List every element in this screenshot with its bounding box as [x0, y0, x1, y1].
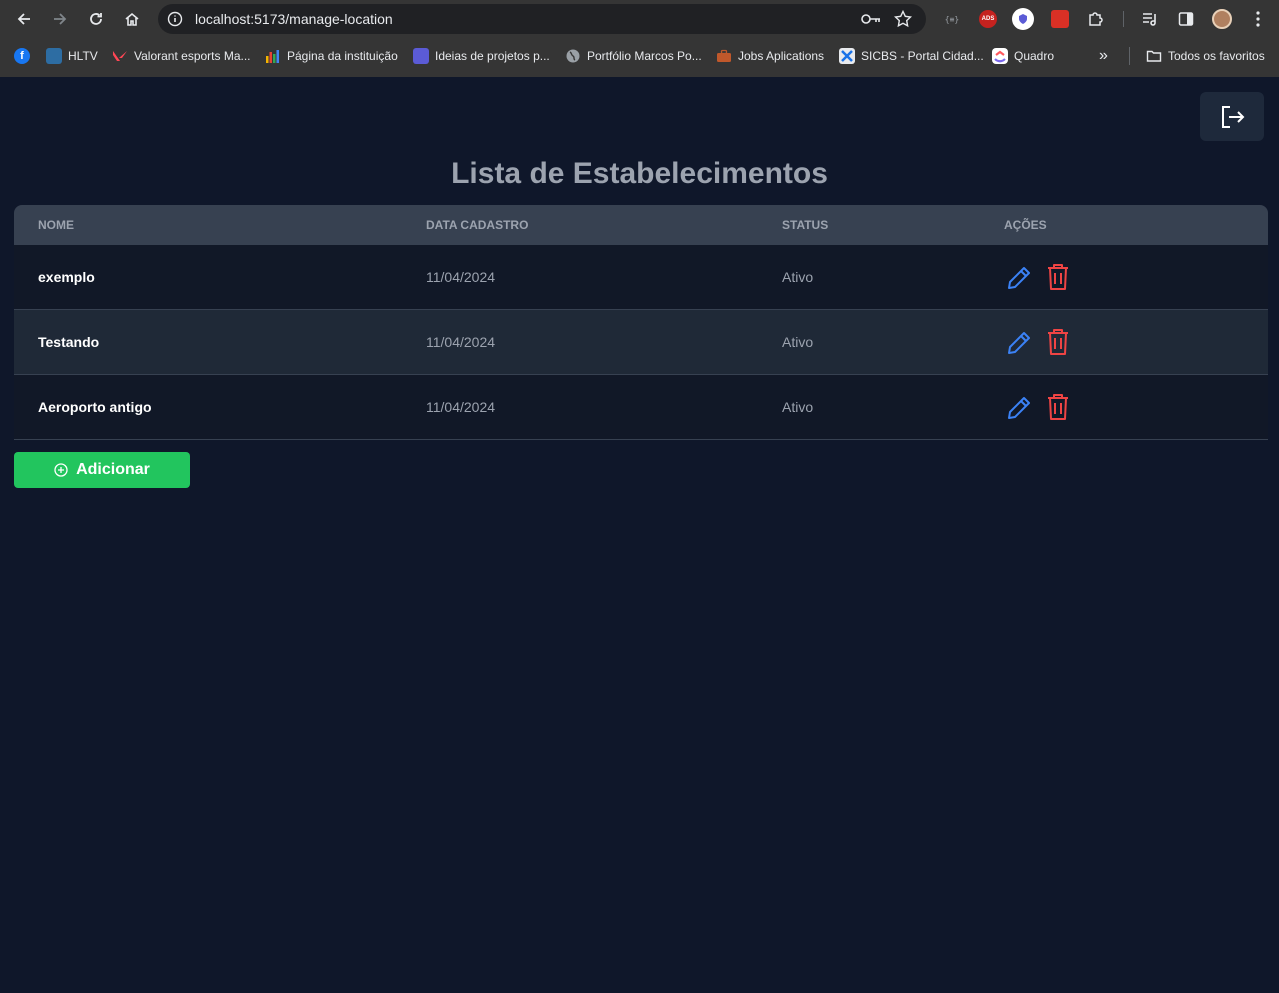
extension-json-icon[interactable]: {≡}	[941, 8, 963, 30]
edit-pencil-icon[interactable]	[1004, 328, 1034, 358]
extension-shield-icon[interactable]	[1012, 8, 1034, 30]
row-name: Aeroporto antigo	[38, 399, 152, 415]
ideas-icon	[413, 48, 429, 64]
column-header-status: STATUS	[782, 218, 829, 232]
url-text: localhost:5173/manage-location	[195, 11, 393, 27]
side-panel-icon[interactable]	[1175, 8, 1197, 30]
table-row: exemplo 11/04/2024 Ativo	[14, 245, 1268, 310]
row-name: Testando	[38, 334, 100, 350]
edit-pencil-icon[interactable]	[1004, 263, 1034, 293]
bookmarks-bar: f HLTV Valorant esports Ma... Página da …	[0, 42, 1279, 70]
column-header-data-cadastro: DATA CADASTRO	[426, 218, 529, 232]
home-icon[interactable]	[120, 7, 144, 31]
sicbs-icon	[839, 48, 855, 64]
row-status: Ativo	[782, 334, 814, 350]
browser-chrome: localhost:5173/manage-location {≡} ADS f…	[0, 0, 1279, 77]
clickup-icon	[992, 48, 1008, 64]
bookmark-portfolio[interactable]: Portfólio Marcos Po...	[565, 42, 702, 70]
column-header-acoes: AÇÕES	[1004, 218, 1047, 232]
globe-icon	[565, 48, 581, 64]
bookmarks-divider	[1129, 47, 1130, 65]
folder-icon	[1146, 48, 1162, 64]
address-bar[interactable]: localhost:5173/manage-location	[158, 4, 926, 34]
toolbar-divider	[1123, 11, 1124, 27]
bookmark-sicbs[interactable]: SICBS - Portal Cidad...	[839, 42, 984, 70]
bookmark-ideias[interactable]: Ideias de projetos p...	[413, 42, 550, 70]
facebook-icon: f	[14, 48, 30, 64]
locations-table: NOME DATA CADASTRO STATUS AÇÕES exemplo …	[14, 205, 1268, 440]
bar-chart-icon	[265, 48, 281, 64]
row-date: 11/04/2024	[426, 269, 496, 285]
bookmark-jobs[interactable]: Jobs Aplications	[716, 42, 824, 70]
bookmark-label: Todos os favoritos	[1168, 49, 1265, 63]
profile-avatar[interactable]	[1211, 8, 1233, 30]
browser-menu-icon[interactable]	[1247, 8, 1269, 30]
delete-trash-icon[interactable]	[1043, 392, 1073, 422]
bookmark-label: HLTV	[68, 49, 98, 63]
page-title: Lista de Estabelecimentos	[451, 157, 828, 190]
extension-puzzle-red-icon[interactable]	[1049, 8, 1071, 30]
bookmark-quadro[interactable]: Quadro	[992, 42, 1054, 70]
reload-icon[interactable]	[84, 7, 108, 31]
briefcase-icon	[716, 48, 732, 64]
bookmark-label: Ideias de projetos p...	[435, 49, 550, 63]
back-arrow-icon[interactable]	[12, 7, 36, 31]
row-date: 11/04/2024	[426, 334, 496, 350]
all-bookmarks-folder[interactable]: Todos os favoritos	[1146, 42, 1265, 70]
row-status: Ativo	[782, 399, 814, 415]
bookmark-hltv[interactable]: HLTV	[46, 42, 98, 70]
row-name: exemplo	[38, 269, 95, 285]
extensions-puzzle-icon[interactable]	[1085, 8, 1107, 30]
logout-icon	[1222, 105, 1245, 128]
delete-trash-icon[interactable]	[1043, 262, 1073, 292]
bookmark-star-icon[interactable]	[893, 9, 913, 29]
chevron-double-right-icon: »	[1099, 47, 1108, 64]
table-row: Testando 11/04/2024 Ativo	[14, 310, 1268, 375]
bookmark-facebook[interactable]: f	[14, 42, 30, 70]
table-header: NOME DATA CADASTRO STATUS AÇÕES	[14, 205, 1268, 245]
bookmark-label: Quadro	[1014, 49, 1055, 63]
bookmark-label: Valorant esports Ma...	[134, 49, 251, 63]
password-key-icon[interactable]	[861, 10, 881, 28]
logout-button[interactable]	[1200, 92, 1264, 141]
media-control-icon[interactable]	[1139, 8, 1161, 30]
bookmark-label: Jobs Aplications	[738, 49, 825, 63]
bookmark-label: SICBS - Portal Cidad...	[861, 49, 984, 63]
browser-toolbar: localhost:5173/manage-location {≡} ADS	[0, 0, 1279, 38]
page-content: Lista de Estabelecimentos NOME DATA CADA…	[0, 77, 1279, 993]
bookmarks-overflow-button[interactable]: »	[1099, 42, 1108, 70]
hltv-icon	[46, 48, 62, 64]
valorant-icon	[112, 48, 128, 64]
bookmark-label: Página da instituição	[287, 49, 398, 63]
row-status: Ativo	[782, 269, 814, 285]
table-row: Aeroporto antigo 11/04/2024 Ativo	[14, 375, 1268, 440]
column-header-nome: NOME	[38, 218, 74, 232]
edit-pencil-icon[interactable]	[1004, 393, 1034, 423]
plus-circle-icon	[54, 463, 68, 477]
add-button-label: Adicionar	[76, 461, 150, 478]
forward-arrow-icon[interactable]	[48, 7, 72, 31]
bookmark-valorant[interactable]: Valorant esports Ma...	[112, 42, 251, 70]
row-date: 11/04/2024	[426, 399, 496, 415]
extension-ads-icon[interactable]: ADS	[977, 8, 999, 30]
site-info-icon[interactable]	[166, 10, 184, 28]
delete-trash-icon[interactable]	[1043, 327, 1073, 357]
bookmark-label: Portfólio Marcos Po...	[587, 49, 702, 63]
add-location-button[interactable]: Adicionar	[14, 452, 190, 488]
bookmark-instituicao[interactable]: Página da instituição	[265, 42, 398, 70]
